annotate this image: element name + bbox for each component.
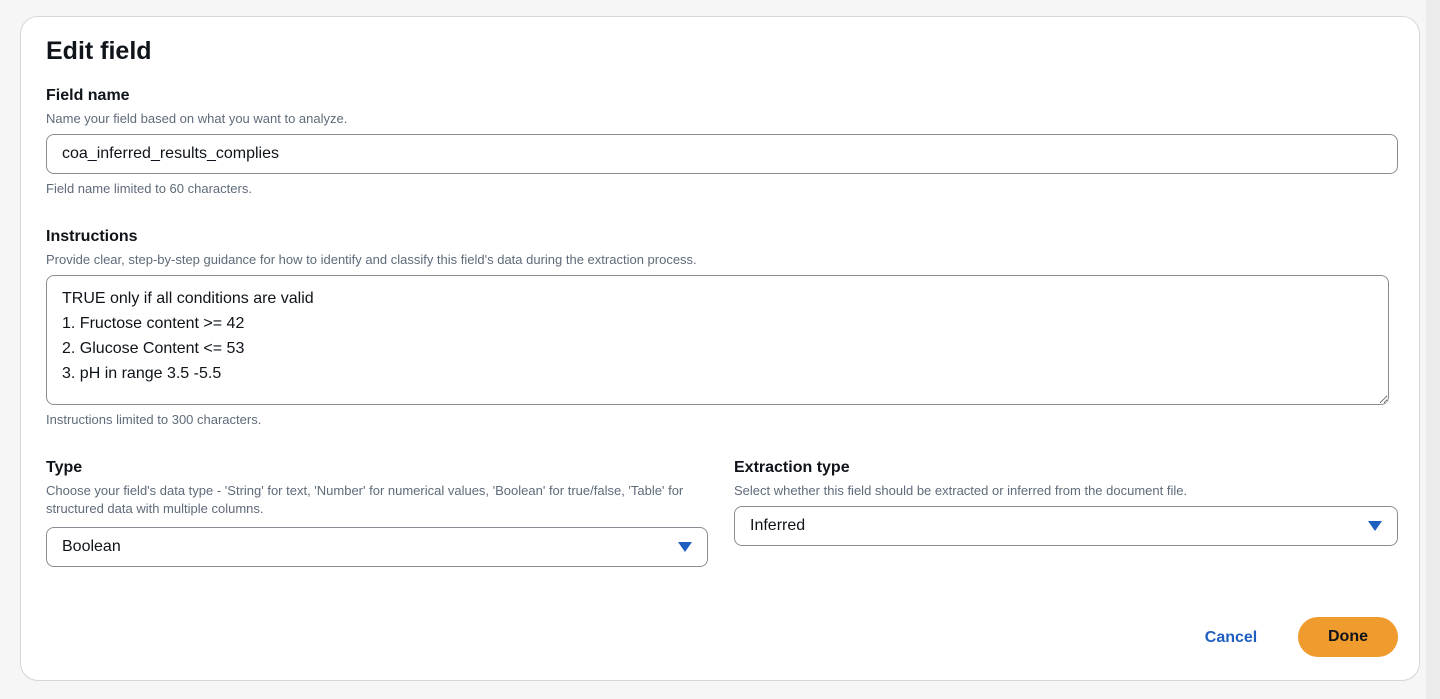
page: Edit field Field name Name your field ba…	[0, 0, 1440, 699]
scrollbar[interactable]	[1426, 0, 1440, 699]
dialog-title: Edit field	[46, 37, 152, 65]
caret-down-icon	[678, 542, 692, 552]
type-select-value: Boolean	[62, 538, 121, 555]
instructions-description: Provide clear, step-by-step guidance for…	[46, 252, 697, 267]
cancel-button[interactable]: Cancel	[1181, 626, 1281, 650]
type-select[interactable]: Boolean	[46, 527, 708, 567]
type-label: Type	[46, 459, 83, 476]
instructions-label: Instructions	[46, 228, 138, 245]
extraction-type-description: Select whether this field should be extr…	[734, 483, 1188, 498]
extraction-type-select[interactable]: Inferred	[734, 506, 1398, 546]
field-name-description: Name your field based on what you want t…	[46, 111, 348, 126]
type-description: Choose your field's data type - 'String'…	[46, 483, 684, 516]
edit-field-dialog: Edit field Field name Name your field ba…	[20, 16, 1420, 681]
done-button[interactable]: Done	[1298, 617, 1398, 657]
instructions-hint: Instructions limited to 300 characters.	[46, 412, 262, 427]
instructions-textarea[interactable]: TRUE only if all conditions are valid 1.…	[46, 275, 1389, 405]
field-name-hint: Field name limited to 60 characters.	[46, 181, 252, 196]
caret-down-icon	[1368, 521, 1382, 531]
extraction-type-label: Extraction type	[734, 459, 850, 476]
field-name-label: Field name	[46, 87, 130, 104]
field-name-input[interactable]	[46, 134, 1398, 174]
extraction-type-select-value: Inferred	[750, 517, 806, 534]
